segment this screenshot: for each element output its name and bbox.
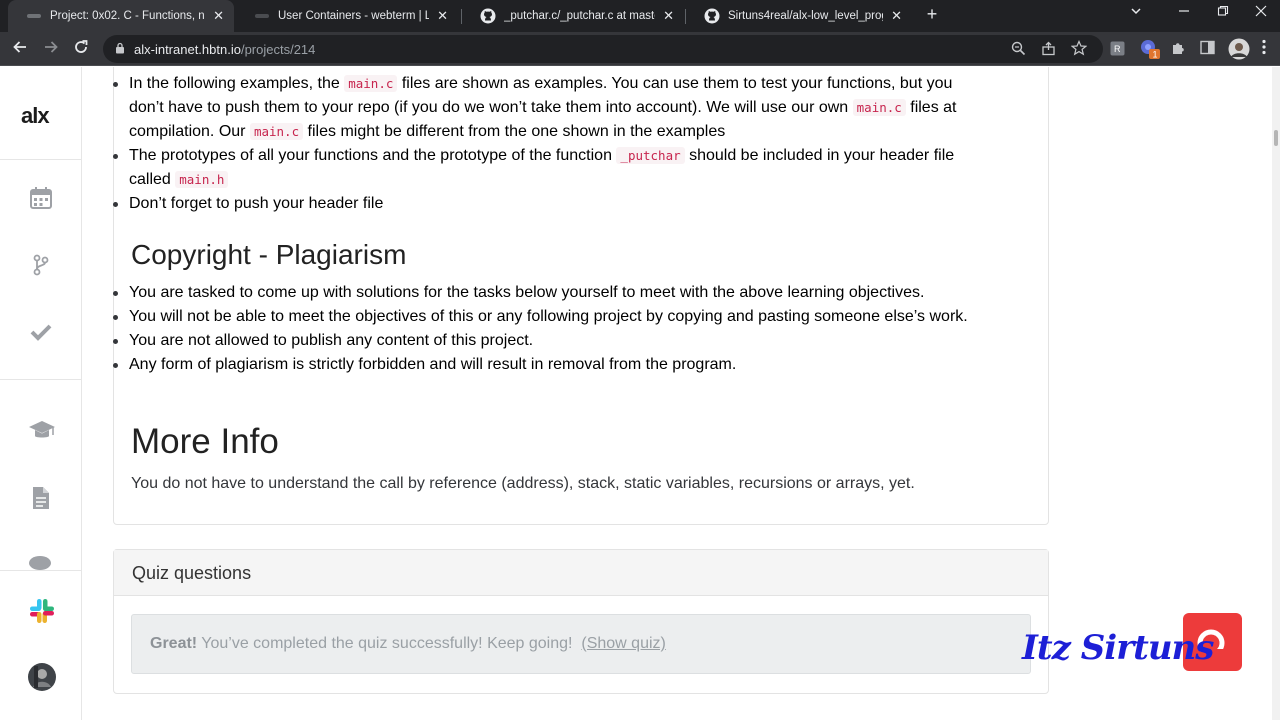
tab-github-repo[interactable]: Sirtuns4real/alx-low_level_progra ✕ xyxy=(686,0,912,32)
more-info-heading: More Info xyxy=(131,422,279,461)
graduation-cap-icon[interactable] xyxy=(28,417,55,443)
bookmark-star-icon[interactable] xyxy=(1070,40,1088,59)
alx-logo[interactable]: alx xyxy=(21,103,50,129)
minimize-icon[interactable] xyxy=(1178,4,1190,20)
code-main-h: main.h xyxy=(175,171,229,188)
list-item: You will not be able to meet the objecti… xyxy=(113,305,989,329)
close-icon[interactable]: ✕ xyxy=(213,8,224,24)
list-item: In the following examples, the main.c fi… xyxy=(113,72,989,144)
tab-putchar[interactable]: _putchar.c/_putchar.c at master · ✕ xyxy=(462,0,684,32)
close-icon[interactable]: ✕ xyxy=(437,8,448,24)
url-path: /projects/214 xyxy=(240,42,316,57)
requirements-list: In the following examples, the main.c fi… xyxy=(113,72,989,216)
list-item: You are tasked to come up with solutions… xyxy=(113,281,989,305)
left-sidebar: alx xyxy=(0,67,82,720)
quiz-heading: Quiz questions xyxy=(114,550,1048,596)
check-icon[interactable] xyxy=(28,319,54,345)
code-main-c: main.c xyxy=(249,123,304,140)
extension-badge-count: 1 xyxy=(1153,50,1158,60)
lock-icon[interactable] xyxy=(115,41,125,54)
back-arrow-icon[interactable] xyxy=(12,39,28,60)
close-icon[interactable]: ✕ xyxy=(891,8,902,24)
tab-favicon-icon xyxy=(26,8,42,24)
browser-toolbar: alx-intranet.hbtn.io/projects/214 R 1 xyxy=(0,32,1280,66)
list-item: You are not allowed to publish any conte… xyxy=(113,329,989,353)
code-main-c: main.c xyxy=(344,75,398,92)
quiz-success-alert: Great! You’ve completed the quiz success… xyxy=(131,614,1031,674)
svg-text:R: R xyxy=(1114,44,1121,54)
document-icon[interactable] xyxy=(28,485,54,511)
tab-user-containers[interactable]: User Containers - webterm | Lagu ✕ xyxy=(236,0,458,32)
browser-tab-strip: Project: 0x02. C - Functions, neste ✕ Us… xyxy=(0,0,1280,32)
quiz-great-label: Great! xyxy=(150,635,198,652)
sidebar-divider xyxy=(0,379,81,380)
profile-avatar[interactable] xyxy=(1228,38,1250,63)
url-host: alx-intranet.hbtn.io xyxy=(134,42,241,57)
main-content: In the following examples, the main.c fi… xyxy=(82,67,1280,720)
branch-icon[interactable] xyxy=(28,252,54,278)
side-panel-icon[interactable] xyxy=(1200,40,1215,58)
text: The prototypes of all your functions and… xyxy=(129,147,617,164)
tab-title: Sirtuns4real/alx-low_level_progra xyxy=(728,10,884,22)
chat-icon[interactable] xyxy=(28,553,54,571)
extension-badge-icon[interactable]: 1 xyxy=(1140,39,1160,62)
text: files might be different from the one sh… xyxy=(303,123,726,140)
tab-title: _putchar.c/_putchar.c at master · xyxy=(504,10,656,22)
github-icon xyxy=(480,8,496,24)
sidebar-divider xyxy=(0,570,81,571)
sidebar-divider xyxy=(0,159,81,160)
share-icon[interactable] xyxy=(1041,41,1056,59)
copyright-heading: Copyright - Plagiarism xyxy=(131,239,407,270)
show-quiz-link[interactable]: (Show quiz) xyxy=(581,635,665,652)
more-info-text: You do not have to understand the call b… xyxy=(131,475,915,492)
new-tab-button[interactable]: + xyxy=(922,4,942,28)
close-icon[interactable]: ✕ xyxy=(663,8,674,24)
puzzle-icon[interactable] xyxy=(1170,40,1186,59)
slack-icon[interactable] xyxy=(28,597,54,623)
list-item: Any form of plagiarism is strictly forbi… xyxy=(113,353,989,377)
calendar-icon[interactable] xyxy=(28,185,54,211)
kebab-menu-icon[interactable] xyxy=(1262,39,1266,58)
code-putchar: _putchar xyxy=(616,147,685,164)
quiz-message: You’ve completed the quiz successfully! … xyxy=(197,635,573,652)
tab-project[interactable]: Project: 0x02. C - Functions, neste ✕ xyxy=(8,0,234,32)
tab-title: User Containers - webterm | Lagu xyxy=(278,10,430,22)
close-window-icon[interactable] xyxy=(1255,4,1267,20)
user-avatar[interactable] xyxy=(28,663,56,691)
tab-favicon-icon xyxy=(254,8,270,24)
github-icon xyxy=(704,8,720,24)
text: In the following examples, the xyxy=(129,75,345,92)
code-main-c: main.c xyxy=(852,99,906,116)
list-item: Don’t forget to push your header file xyxy=(113,192,989,216)
copyright-list: You are tasked to come up with solutions… xyxy=(113,281,989,377)
quiz-panel: Quiz questions Great! You’ve completed t… xyxy=(113,549,1049,694)
tab-search-icon[interactable] xyxy=(1130,4,1142,20)
list-item: The prototypes of all your functions and… xyxy=(113,144,989,192)
url-text[interactable]: alx-intranet.hbtn.io/projects/214 xyxy=(134,42,315,57)
restore-icon[interactable] xyxy=(1217,4,1229,20)
zoom-icon[interactable] xyxy=(1011,41,1026,59)
reload-icon[interactable] xyxy=(73,39,89,60)
watermark-text: Itz Sirtuns xyxy=(1022,628,1214,668)
page-scrollbar[interactable] xyxy=(1272,67,1280,720)
address-bar[interactable]: alx-intranet.hbtn.io/projects/214 xyxy=(103,35,1103,63)
tab-title: Project: 0x02. C - Functions, neste xyxy=(50,10,205,22)
scrollbar-thumb[interactable] xyxy=(1274,130,1278,146)
extension-icon[interactable]: R xyxy=(1110,41,1125,59)
forward-arrow-icon[interactable] xyxy=(43,39,59,60)
